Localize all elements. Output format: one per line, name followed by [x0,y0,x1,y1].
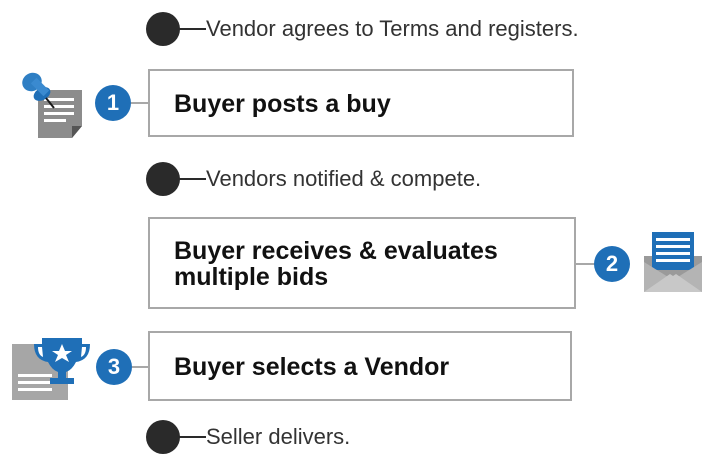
step-1-box: Buyer posts a buy [148,69,574,137]
step-3-connector [132,366,148,368]
step-2-box: Buyer receives & evaluates multiple bids [148,217,576,309]
trophy-document-icon [12,334,92,402]
note-connector [174,28,206,30]
step-2-connector [576,263,596,265]
note-text: Vendor agrees to Terms and registers. [206,16,579,41]
step-1-badge: 1 [95,85,131,121]
step-2-badge: 2 [594,246,630,282]
note-vendors-compete: Vendors notified & compete. [146,162,686,196]
note-text: Vendors notified & compete. [206,166,482,191]
step-1-label: Buyer posts a buy [174,90,391,118]
step-3-badge: 3 [96,349,132,385]
note-vendor-registers: Vendor agrees to Terms and registers. [146,12,686,46]
note-connector [174,178,206,180]
envelope-icon [640,226,706,294]
note-text: Seller delivers. [206,424,351,449]
step-3-box: Buyer selects a Vendor [148,331,572,401]
step-2-label: Buyer receives & evaluates multiple bids [174,238,564,290]
note-seller-delivers: Seller delivers. [146,420,686,454]
step-2-label-line-1: Buyer receives & evaluates [174,237,498,265]
step-2-label-line-2: multiple bids [174,263,329,291]
pushpin-document-icon [16,68,86,140]
step-3-label: Buyer selects a Vendor [174,353,450,381]
note-connector [174,436,206,438]
step-1-connector [131,102,149,104]
